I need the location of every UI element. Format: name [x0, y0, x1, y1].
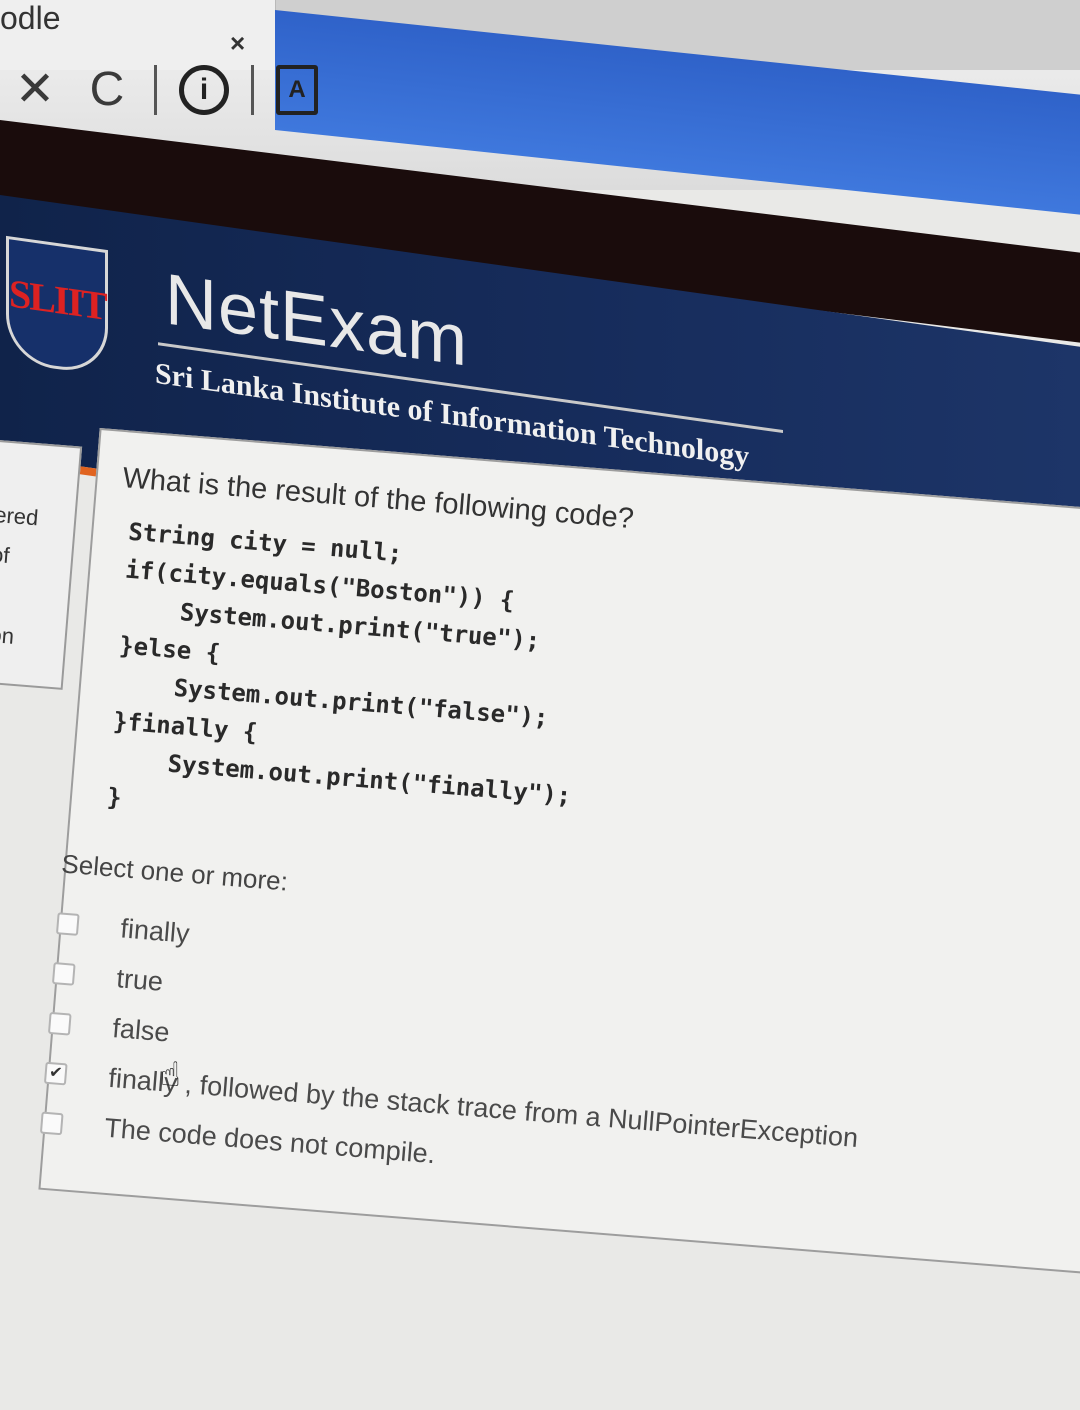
option-label[interactable]: finally [119, 913, 190, 949]
hand-cursor-icon: ☝ [160, 1056, 181, 1094]
info-line: ered [0, 501, 40, 531]
tab-title: odle [0, 0, 61, 36]
pdf-icon[interactable]: A [276, 65, 318, 115]
option-label[interactable]: true [115, 963, 164, 998]
info-line: ion [0, 621, 16, 649]
info-icon[interactable]: i [179, 65, 229, 115]
logo-text: SLIIT [9, 270, 106, 329]
option-label[interactable]: false [111, 1013, 170, 1048]
quiz-content: ered of ion What is the result of the fo… [0, 420, 1080, 1405]
info-line: of [0, 541, 11, 569]
option-checkbox[interactable] [39, 1111, 64, 1136]
question-box: What is the result of the following code… [38, 428, 1080, 1275]
option-checkbox[interactable] [51, 962, 76, 986]
question-info-panel: ered of ion [0, 436, 83, 690]
browser-nav-bar: ✕ C i A [10, 55, 318, 125]
code-snippet: String city = null; if(city.equals("Bost… [106, 517, 573, 812]
option-checkbox[interactable] [55, 912, 80, 936]
nav-separator [154, 65, 157, 115]
option-checkbox[interactable] [47, 1011, 72, 1036]
option-checkbox-checked[interactable]: ✔ [43, 1061, 68, 1086]
select-label: Select one or more: [60, 848, 290, 897]
nav-separator [251, 65, 254, 115]
stop-icon[interactable]: ✕ [10, 60, 60, 120]
sliit-logo: SLIIT [6, 235, 108, 377]
reload-icon[interactable]: C [82, 60, 132, 120]
